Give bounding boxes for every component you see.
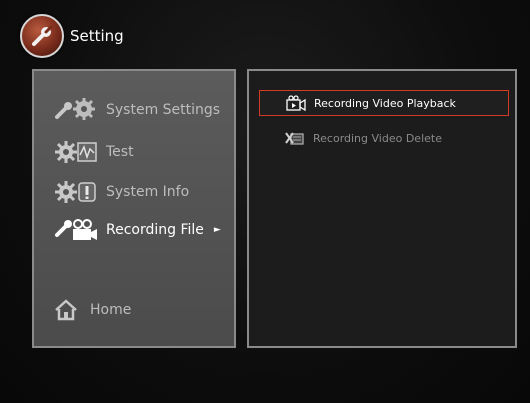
- gear-info-icon: [54, 179, 100, 205]
- menu-item-system-info[interactable]: System Info: [54, 177, 189, 207]
- menu-item-label: System Settings: [106, 102, 221, 118]
- video-delete-icon: [285, 130, 307, 146]
- menu-item-label: Test: [106, 144, 134, 160]
- menu-item-label: Home: [90, 302, 132, 318]
- submenu-arrow-icon: ►: [213, 225, 221, 235]
- settings-menu: System Settings Test System Info Recordi…: [32, 69, 236, 348]
- menu-item-test[interactable]: Test: [54, 137, 134, 167]
- page-title: Setting: [70, 27, 124, 45]
- page-header: Setting: [20, 14, 124, 58]
- submenu-item-label: Recording Video Delete: [313, 131, 442, 145]
- menu-item-recording-file[interactable]: Recording File ►: [54, 215, 221, 245]
- submenu-item-video-delete[interactable]: Recording Video Delete: [259, 125, 509, 151]
- menu-item-label: Recording File: [106, 222, 204, 238]
- menu-item-home[interactable]: Home: [54, 295, 131, 325]
- wrench-icon: [20, 14, 64, 58]
- gear-chart-icon: [54, 139, 100, 165]
- menu-item-system-settings[interactable]: System Settings: [54, 95, 220, 125]
- submenu-item-video-playback[interactable]: Recording Video Playback: [259, 90, 509, 116]
- wrench-gear-icon: [54, 97, 100, 123]
- recording-file-submenu: Recording Video Playback Recording Video…: [247, 69, 517, 348]
- wrench-camera-icon: [54, 217, 100, 243]
- submenu-item-label: Recording Video Playback: [314, 96, 456, 110]
- menu-item-label: System Info: [106, 184, 190, 200]
- video-playback-icon: [286, 95, 308, 111]
- home-icon: [54, 297, 84, 323]
